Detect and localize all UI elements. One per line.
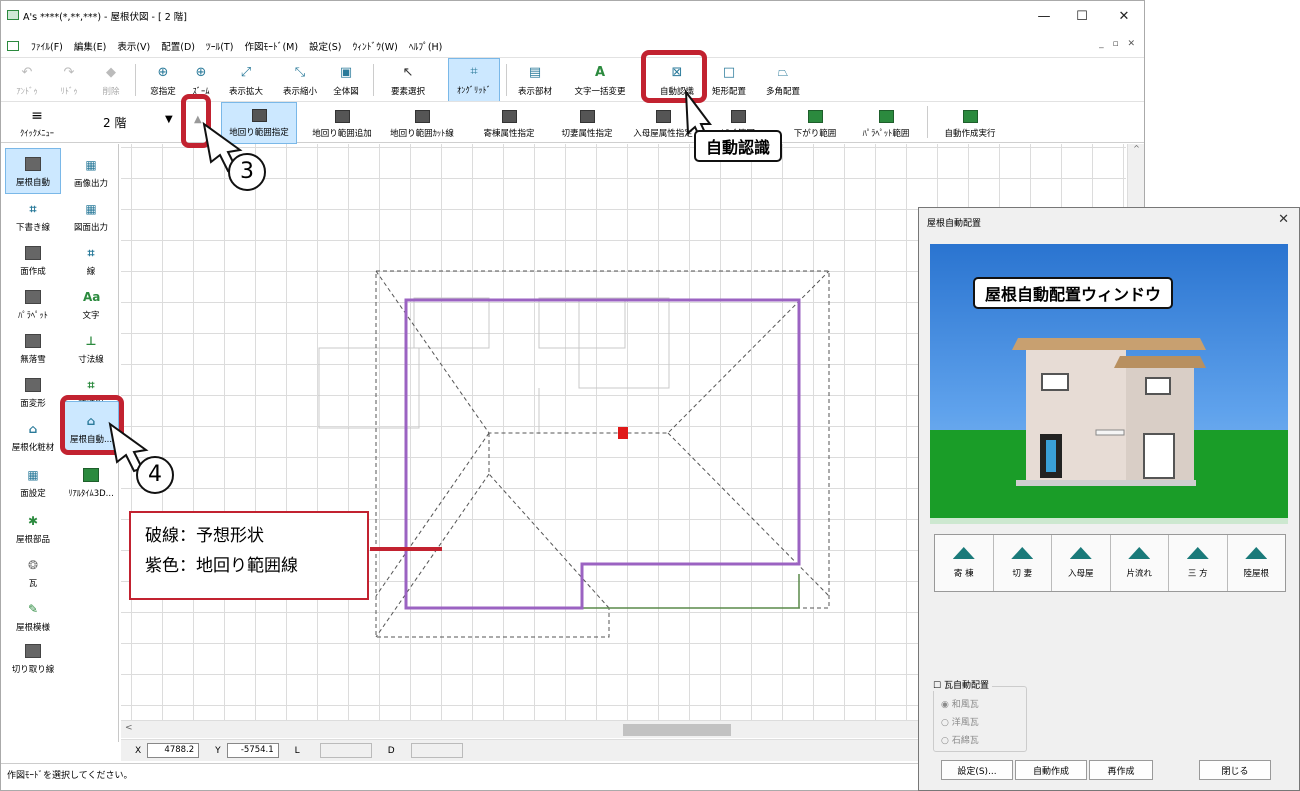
step-3-marker: 3: [228, 153, 266, 191]
roof-type-hip[interactable]: 寄 棟: [935, 535, 994, 591]
roof-type-flat[interactable]: 陸屋根: [1228, 535, 1286, 591]
three-way-roof-icon: [1186, 547, 1209, 559]
radio-western-tile[interactable]: ○ 洋風瓦: [941, 715, 979, 728]
radio-japanese-tile[interactable]: ◉ 和風瓦: [941, 697, 979, 710]
roof-type-three-way[interactable]: 三 方: [1169, 535, 1228, 591]
roof-type-bar: 寄 棟 切 妻 入母屋 片流れ 三 方 陸屋根: [934, 534, 1286, 592]
radio-asbestos-tile[interactable]: ○ 石綿瓦: [941, 733, 979, 746]
auto-create-button[interactable]: 自動作成: [1015, 760, 1087, 780]
settings-button[interactable]: 設定(S)...: [941, 760, 1013, 780]
dialog-window-label: 屋根自動配置ウィンドウ: [973, 277, 1174, 309]
hip-gable-roof-icon: [1069, 547, 1092, 559]
gable-roof-icon: [1011, 547, 1034, 559]
close-button[interactable]: 閉じる: [1199, 760, 1271, 780]
recreate-button[interactable]: 再作成: [1089, 760, 1153, 780]
roof-type-hip-gable[interactable]: 入母屋: [1052, 535, 1111, 591]
dialog-close-icon[interactable]: ✕: [1278, 212, 1289, 227]
dialog-title: 屋根自動配置: [927, 219, 982, 229]
shed-roof-icon: [1128, 547, 1151, 559]
roof-type-gable[interactable]: 切 妻: [994, 535, 1052, 591]
tile-auto-checkbox[interactable]: ☐ 瓦自動配置: [933, 678, 992, 691]
auto-recognize-label: 自動認識: [694, 130, 783, 162]
step-4-marker: 4: [136, 456, 174, 494]
hip-roof-icon: [952, 547, 975, 559]
flat-roof-icon: [1245, 547, 1268, 559]
roof-type-shed[interactable]: 片流れ: [1111, 535, 1169, 591]
